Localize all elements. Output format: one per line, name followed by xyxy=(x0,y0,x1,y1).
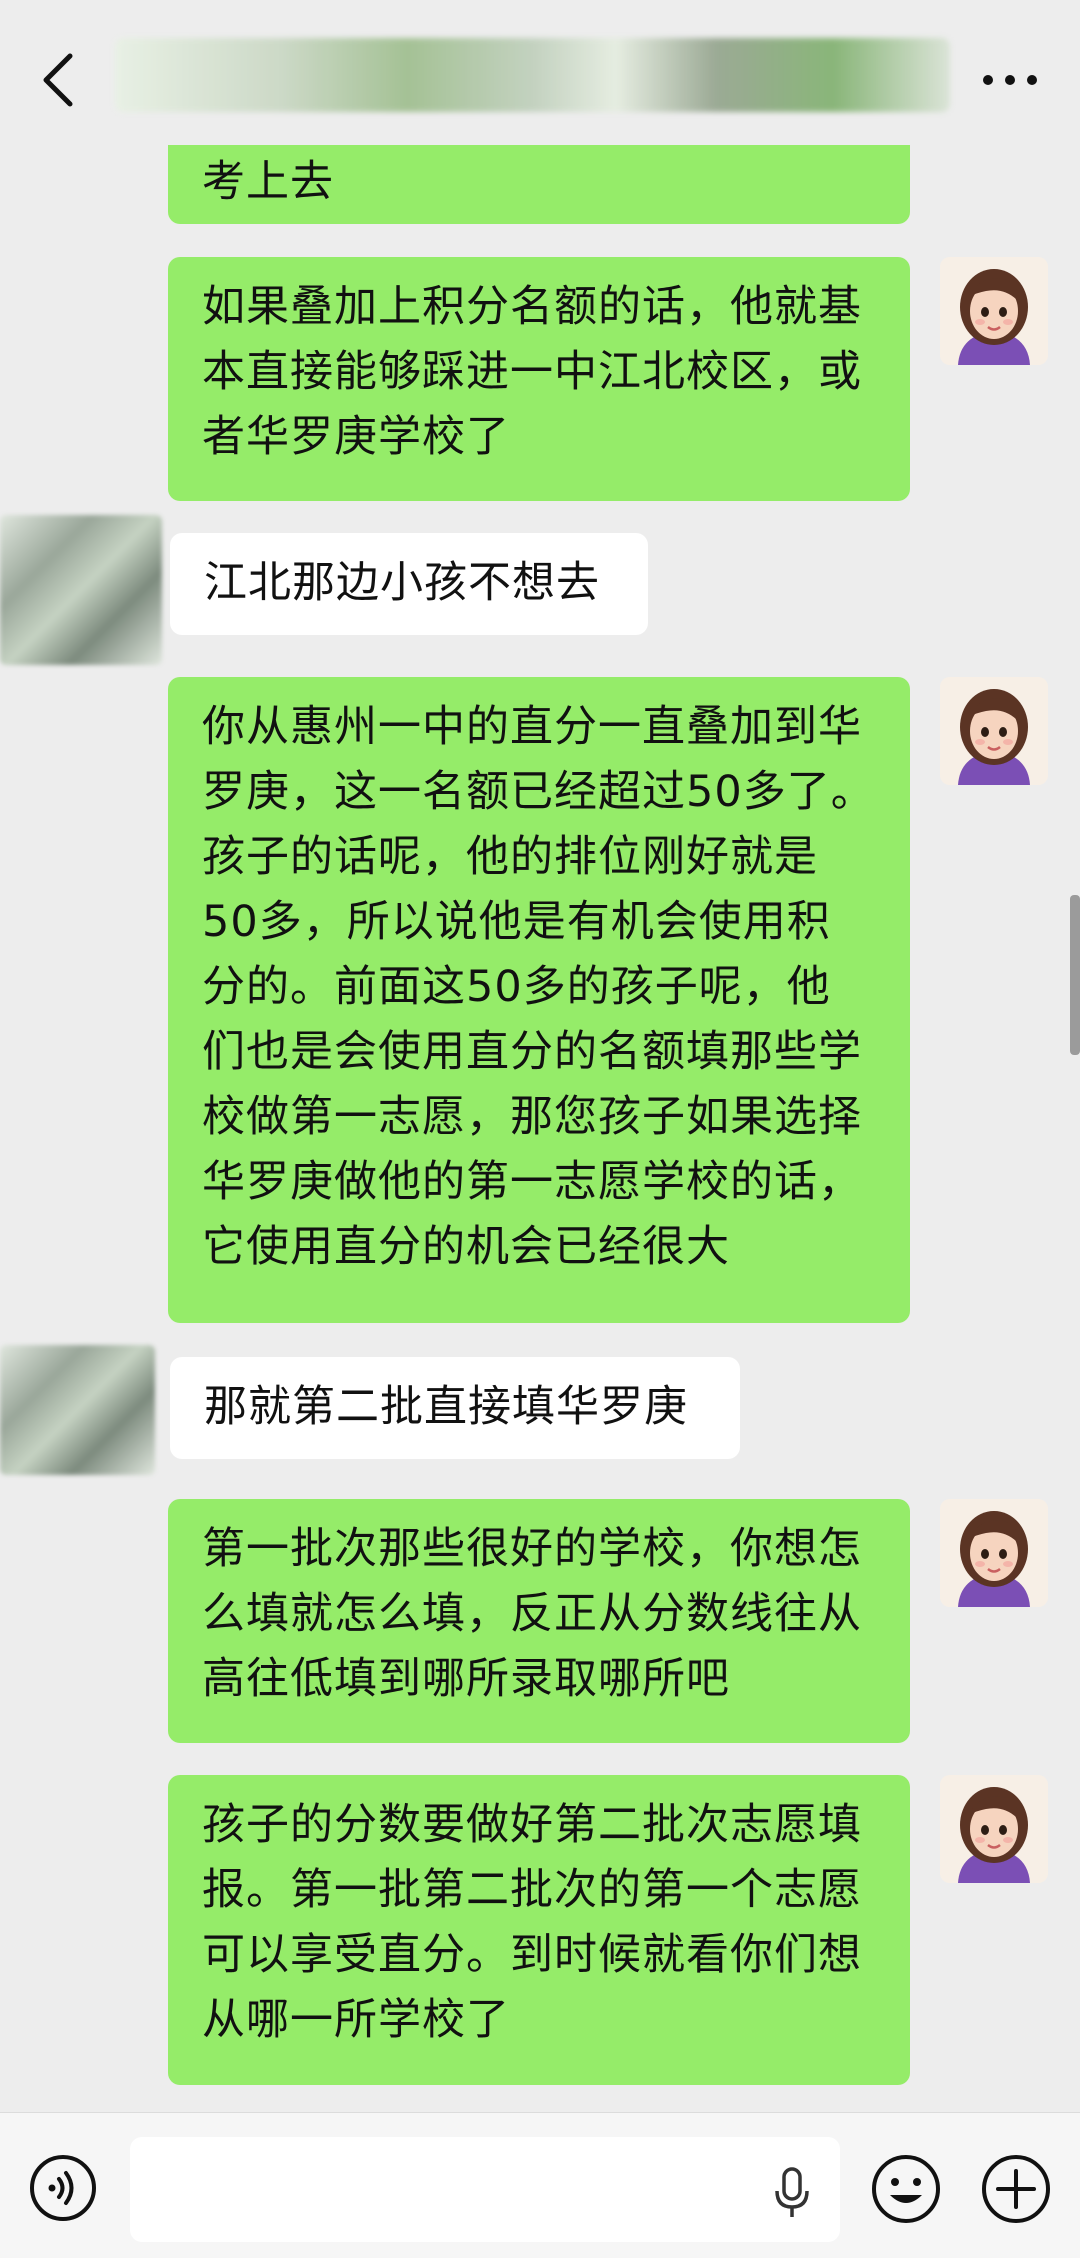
input-bar xyxy=(0,2112,1080,2258)
message-line: 本直接能够踩进一中江北校区，或 xyxy=(202,347,862,397)
message-input[interactable] xyxy=(130,2137,840,2242)
message-line: 高往低填到哪所录取哪所吧 xyxy=(202,1654,730,1704)
avatar-self[interactable] xyxy=(940,1499,1048,1607)
message-line: 50多，所以说他是有机会使用积 xyxy=(202,897,831,947)
message-line: 你从惠州一中的直分一直叠加到华 xyxy=(202,702,862,752)
message-line: 那就第二批直接填华罗庚 xyxy=(204,1382,688,1432)
message-bubble-self[interactable]: 如果叠加上积分名额的话，他就基 本直接能够踩进一中江北校区，或 者华罗庚学校了 xyxy=(168,257,910,501)
message-line: 可以享受直分。到时候就看你们想 xyxy=(202,1930,862,1980)
message-line: 它使用直分的机会已经很大 xyxy=(202,1222,730,1272)
emoji-icon[interactable] xyxy=(870,2153,942,2225)
message-line: 们也是会使用直分的名额填那些学 xyxy=(202,1027,862,1077)
voice-icon[interactable] xyxy=(28,2153,98,2223)
message-line: 如果叠加上积分名额的话，他就基 xyxy=(202,282,862,332)
message-bubble-contact[interactable]: 江北那边小孩不想去 xyxy=(170,533,648,635)
avatar-self[interactable] xyxy=(940,257,1048,365)
message-line: 罗庚，这一名额已经超过50多了。 xyxy=(202,767,875,817)
chevron-left-icon[interactable] xyxy=(38,52,78,108)
avatar-self[interactable] xyxy=(940,677,1048,785)
message-bubble-contact[interactable]: 那就第二批直接填华罗庚 xyxy=(170,1357,740,1459)
message-line: 江北那边小孩不想去 xyxy=(204,558,600,608)
microphone-icon[interactable] xyxy=(772,2167,812,2219)
message-line: 孩子的话呢，他的排位刚好就是 xyxy=(202,832,818,882)
message-bubble-self[interactable]: 孩子的分数要做好第二批次志愿填 报。第一批第二批次的第一个志愿 可以享受直分。到… xyxy=(168,1775,910,2085)
message-bubble-self[interactable]: 考上去 xyxy=(168,145,910,224)
message-line: 校做第一志愿，那您孩子如果选择 xyxy=(202,1092,862,1142)
scrollbar[interactable] xyxy=(1070,895,1080,1055)
message-line: 华罗庚做他的第一志愿学校的话， xyxy=(202,1157,862,1207)
message-line: 第一批次那些很好的学校，你想怎 xyxy=(202,1524,862,1574)
avatar-self[interactable] xyxy=(940,1775,1048,1883)
chat-message-list[interactable]: 考上去 如果叠加上积分名额的话，他就基 本直接能够踩进一中江北校区，或 者华罗庚… xyxy=(0,145,1080,2112)
plus-icon[interactable] xyxy=(980,2153,1052,2225)
message-line: 从哪一所学校了 xyxy=(202,1995,510,2045)
chat-title-redacted xyxy=(115,38,950,112)
message-bubble-self[interactable]: 你从惠州一中的直分一直叠加到华 罗庚，这一名额已经超过50多了。 孩子的话呢，他… xyxy=(168,677,910,1323)
woman-avatar-icon xyxy=(940,1775,1048,1883)
message-line: 么填就怎么填，反正从分数线往从 xyxy=(202,1589,862,1639)
woman-avatar-icon xyxy=(940,257,1048,365)
more-dots-icon[interactable] xyxy=(980,70,1040,90)
message-line: 孩子的分数要做好第二批次志愿填 xyxy=(202,1800,862,1850)
message-line: 考上去 xyxy=(202,157,334,207)
chat-header xyxy=(0,0,1080,145)
message-line: 分的。前面这50多的孩子呢，他 xyxy=(202,962,831,1012)
message-bubble-self[interactable]: 第一批次那些很好的学校，你想怎 么填就怎么填，反正从分数线往从 高往低填到哪所录… xyxy=(168,1499,910,1743)
message-line: 报。第一批第二批次的第一个志愿 xyxy=(202,1865,862,1915)
avatar-contact[interactable] xyxy=(0,1345,155,1475)
message-line: 者华罗庚学校了 xyxy=(202,412,510,462)
avatar-contact[interactable] xyxy=(0,515,162,665)
woman-avatar-icon xyxy=(940,1499,1048,1607)
woman-avatar-icon xyxy=(940,677,1048,785)
